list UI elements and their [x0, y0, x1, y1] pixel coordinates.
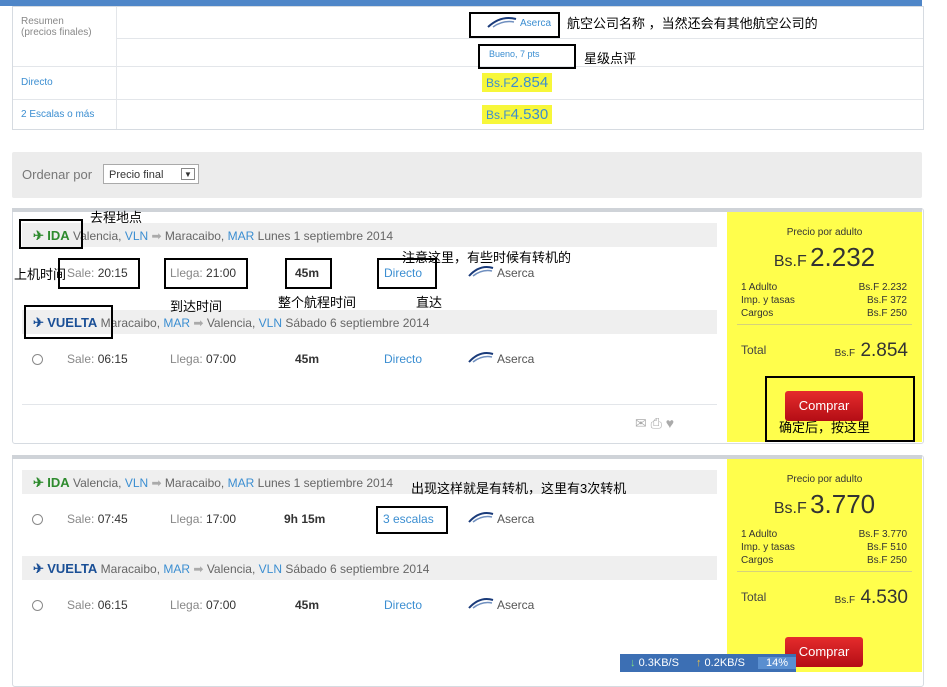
download-speed: 0.3KB/S: [638, 657, 679, 669]
annotation-box: [58, 258, 140, 289]
flight-radio[interactable]: [32, 514, 43, 525]
duration: 45m: [295, 598, 320, 612]
airline-name: Aserca: [497, 266, 535, 280]
price-line-label: Cargos: [741, 555, 774, 566]
airline-name: Aserca: [497, 598, 535, 612]
arrival-time: Llega: 07:00: [170, 598, 237, 612]
flight-date: Sábado 6 septiembre 2014: [285, 316, 430, 330]
sort-label: Ordenar por: [22, 167, 93, 182]
annotation-destination: 去程地点: [90, 210, 143, 225]
airline-logo: [468, 350, 494, 367]
annotation-box: [285, 258, 332, 289]
summary-row-stops-label[interactable]: 2 Escalas o más: [21, 109, 94, 120]
arrow-right-icon: ➡: [151, 229, 162, 243]
price-per-adult: Bs.F 3.770: [773, 489, 876, 519]
airline-logo: [468, 264, 494, 281]
annotation-box: [376, 506, 448, 534]
price-line-label: 1 Adulto: [741, 282, 778, 293]
airline-logo: [468, 596, 494, 613]
annotation-box: [19, 219, 83, 249]
annotation-box: [469, 12, 560, 38]
plane-icon: ✈: [33, 561, 44, 576]
flight-date: Lunes 1 septiembre 2014: [257, 476, 394, 490]
annotation-airline: 航空公司名称 ，当然还会有其他航空公司的: [567, 16, 818, 31]
total-label: Total: [741, 343, 767, 357]
network-status-bar: ↓ 0.3KB/S ↑ 0.2KB/S 14%: [620, 654, 796, 672]
arrow-right-icon: ➡: [193, 316, 204, 330]
arrow-right-icon: ➡: [193, 562, 204, 576]
duration: 45m: [295, 352, 320, 366]
departure-time: Sale: 06:15: [67, 598, 128, 612]
annotation-board-time: 上机时间: [14, 267, 67, 282]
summary-label: Resumen (precios finales): [21, 16, 92, 38]
price-line-value: Bs.F 510: [866, 542, 907, 553]
sort-select[interactable]: Precio final ▼: [103, 164, 199, 184]
heart-icon[interactable]: ♥: [666, 415, 674, 431]
summary-row-direct-label[interactable]: Directo: [21, 77, 53, 88]
price-panel: Precio por adulto Bs.F 3.770 1 Adulto Bs…: [727, 459, 922, 672]
total-price: Bs.F 4.530: [834, 587, 908, 608]
annotation-rating: 星级点评: [584, 51, 637, 66]
upload-speed: 0.2KB/S: [704, 657, 745, 669]
stops-link[interactable]: Directo: [384, 598, 422, 612]
stops-link[interactable]: Directo: [384, 352, 422, 366]
segment-tag-vuelta: VUELTA: [47, 561, 98, 576]
departure-time: Sale: 06:15: [67, 352, 128, 366]
flight-radio[interactable]: [32, 354, 43, 365]
route-vuelta: ✈ VUELTA Maracaibo, MAR ➡ Valencia, VLN …: [33, 561, 430, 576]
arrival-time: Llega: 07:00: [170, 352, 237, 366]
duration: 9h 15m: [284, 512, 326, 526]
route-ida: ✈ IDA Valencia, VLN ➡ Maracaibo, MAR Lun…: [33, 475, 394, 490]
route-ida: ✈ IDA Valencia, VLN ➡ Maracaibo, MAR Lun…: [33, 228, 394, 243]
email-icon[interactable]: ✉: [635, 415, 647, 431]
segment-tag-ida: IDA: [47, 475, 70, 490]
share-icons: ✉ ⎙ ♥: [635, 415, 674, 432]
annotation-transfer: 注意这里，有些时候有转机的: [402, 250, 572, 265]
usage-percent: 14%: [757, 657, 796, 669]
annotation-direct: 直达: [416, 295, 443, 310]
flight-radio[interactable]: [32, 600, 43, 611]
price-line-label: 1 Adulto: [741, 529, 778, 540]
arrow-up-icon: ↑: [695, 657, 702, 669]
summary-row-stops-price[interactable]: Bs.F4.530: [482, 105, 553, 124]
sort-selected-value: Precio final: [109, 169, 164, 181]
flight-date: Lunes 1 septiembre 2014: [257, 229, 394, 243]
sort-bar: Ordenar por Precio final ▼: [12, 152, 922, 198]
annotation-box: [24, 305, 113, 339]
annotation-arrival-time: 到达时间: [170, 299, 223, 314]
annotation-box: [164, 258, 248, 289]
total-price: Bs.F 2.854: [834, 340, 908, 361]
price-line-value: Bs.F 372: [866, 295, 907, 306]
price-line-value: Bs.F 2.232: [858, 282, 907, 293]
arrival-time: Llega: 17:00: [170, 512, 237, 526]
buy-button[interactable]: Comprar: [785, 637, 863, 667]
price-line-label: Cargos: [741, 308, 774, 319]
annotation-confirm: 确定后，按这里: [779, 420, 871, 435]
airline-logo: [468, 510, 494, 527]
price-per-adult: Bs.F 2.232: [773, 242, 876, 272]
price-line-label: Imp. y tasas: [741, 295, 795, 306]
summary-row-direct-price[interactable]: Bs.F2.854: [482, 73, 553, 92]
airline-name: Aserca: [497, 512, 535, 526]
price-line-value: Bs.F 250: [866, 555, 907, 566]
price-per-adult-label: Precio por adulto: [786, 227, 863, 238]
total-label: Total: [741, 590, 767, 604]
price-per-adult-label: Precio por adulto: [786, 474, 863, 485]
flight-date: Sábado 6 septiembre 2014: [285, 562, 430, 576]
chevron-down-icon: ▼: [181, 168, 195, 180]
print-icon[interactable]: ⎙: [651, 415, 662, 431]
price-line-value: Bs.F 3.770: [858, 529, 907, 540]
departure-time: Sale: 07:45: [67, 512, 128, 526]
price-line-value: Bs.F 250: [866, 308, 907, 319]
annotation-box: [478, 44, 576, 69]
plane-icon: ✈: [33, 475, 44, 490]
annotation-stops: 出现这样就是有转机，这里有3次转机: [411, 481, 627, 496]
price-line-label: Imp. y tasas: [741, 542, 795, 553]
arrow-down-icon: ↓: [630, 657, 636, 669]
annotation-flight-time: 整个航程时间: [278, 295, 357, 310]
arrow-right-icon: ➡: [151, 476, 162, 490]
airline-name: Aserca: [497, 352, 535, 366]
